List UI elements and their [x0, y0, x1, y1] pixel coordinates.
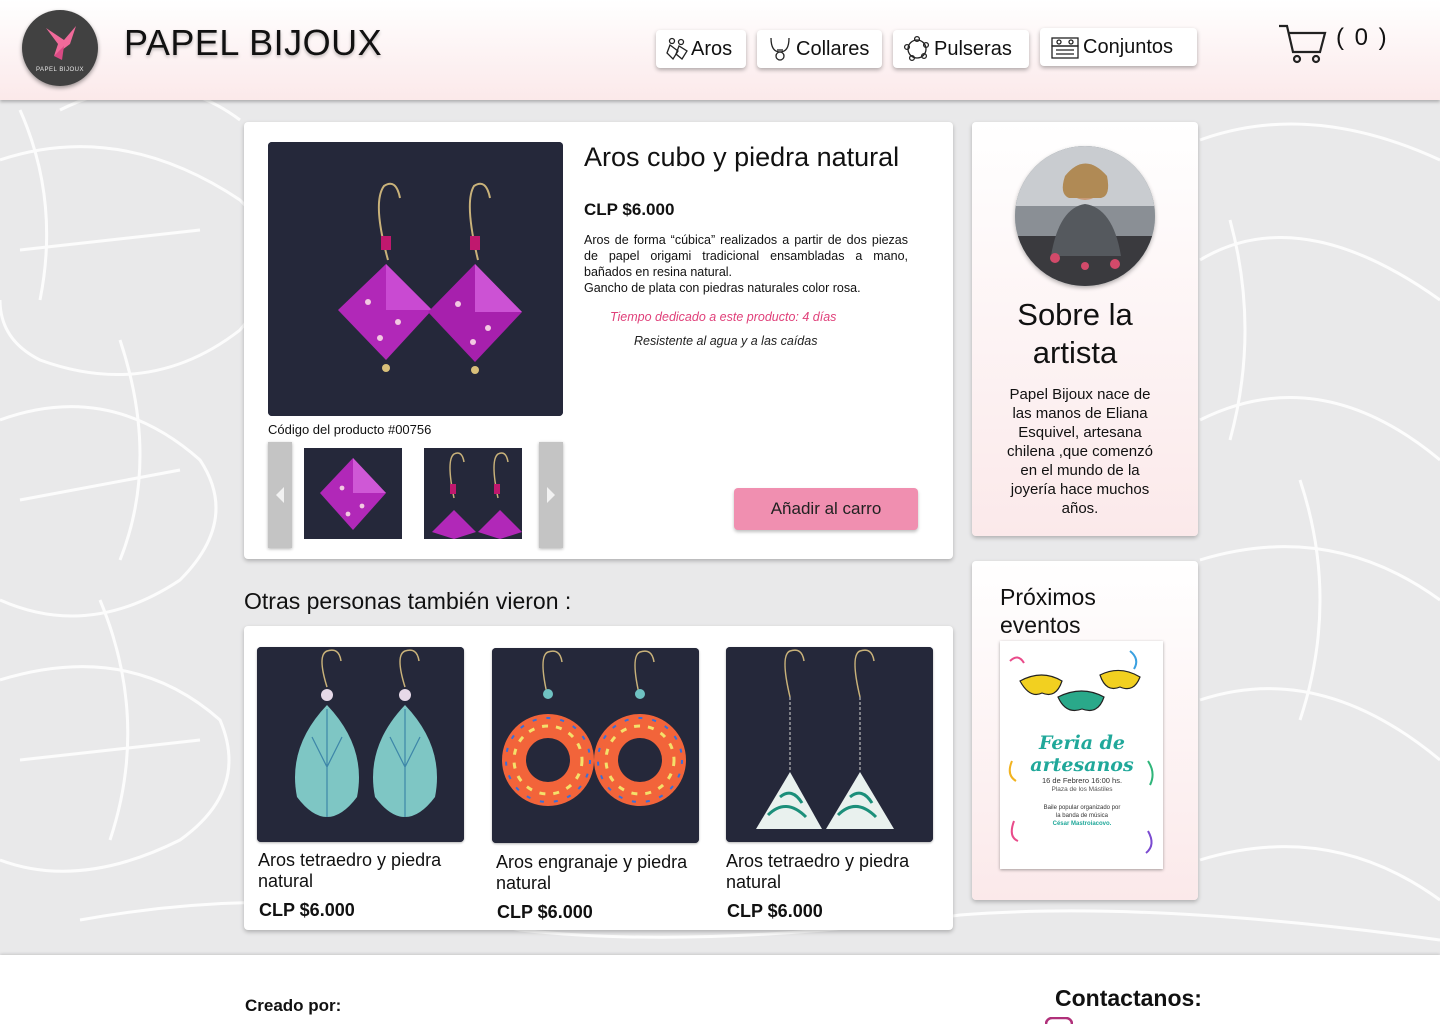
recommendation-price-3: CLP $6.000 — [727, 901, 823, 921]
jewelry-box-icon — [1051, 37, 1079, 59]
thumbnail-2[interactable] — [424, 448, 522, 539]
footer-created-by: Creado por: — [245, 996, 342, 1015]
top-header: PAPEL BIJOUX PAPEL BIJOUX Aros Collares … — [0, 0, 1440, 100]
brand-title: PAPEL BIJOUX — [124, 22, 383, 63]
events-card: Próximos eventos Feria de artesanos 16 d… — [972, 561, 1198, 900]
product-description-1: Aros de forma “cúbica” realizados a part… — [584, 233, 908, 279]
nav-pulseras-button[interactable]: Pulseras — [893, 30, 1029, 68]
event-poster[interactable]: Feria de artesanos 16 de Febrero 16:00 h… — [1000, 641, 1163, 869]
product-code: Código del producto #00756 — [268, 422, 432, 437]
chevron-right-icon — [547, 487, 555, 503]
poster-line-3: César Mastroiacovo. — [1053, 821, 1112, 827]
poster-line-1: Baile popular organizado por — [1044, 805, 1121, 811]
thumbnail-1-photo — [304, 448, 402, 539]
cart-icon[interactable] — [1278, 22, 1328, 64]
product-main-image[interactable] — [268, 142, 563, 416]
cart-count: ( 0 ) — [1336, 24, 1389, 51]
others-title: Otras personas también vieron : — [244, 588, 572, 614]
poster-line-2: la banda de música — [1056, 813, 1109, 819]
product-description: Aros de forma “cúbica” realizados a part… — [584, 232, 908, 296]
recommendation-photo-2 — [492, 648, 699, 843]
carousel-prev-button[interactable] — [268, 442, 292, 548]
footer: Creado por: Contactanos: — [0, 955, 1440, 1024]
chevron-left-icon — [276, 487, 284, 503]
necklace-icon — [770, 37, 790, 61]
bird-logo-icon — [46, 26, 76, 60]
earrings-icon — [666, 37, 688, 61]
nav-aros-label: Aros — [691, 37, 733, 60]
poster-place: Plaza de los Mástiles — [1051, 786, 1113, 793]
nav-collares-button[interactable]: Collares — [757, 30, 882, 68]
thumbnail-1[interactable] — [304, 448, 402, 539]
thumbnail-2-photo — [424, 448, 522, 539]
product-resistance-note: Resistente al agua y a las caídas — [634, 334, 818, 348]
nav-conjuntos-button[interactable]: Conjuntos — [1040, 28, 1197, 66]
recommendation-image-1[interactable] — [257, 647, 464, 842]
recommendation-price-2: CLP $6.000 — [497, 902, 593, 922]
recommendation-name-3: Aros tetraedro y piedra natural — [726, 851, 910, 892]
footer-contact: Contactanos: — [1055, 985, 1202, 1011]
thumbnail-carousel — [268, 442, 563, 548]
add-to-cart-button[interactable]: Añadir al carro — [734, 488, 918, 530]
nav-collares-label: Collares — [796, 37, 870, 60]
recommendation-image-3[interactable] — [726, 647, 933, 842]
bracelet-icon — [903, 35, 930, 62]
recommendation-price-1: CLP $6.000 — [259, 900, 355, 920]
product-title: Aros cubo y piedra natural — [584, 142, 900, 172]
nav-aros-button[interactable]: Aros — [656, 30, 746, 68]
artist-avatar — [1015, 146, 1155, 286]
instagram-icon[interactable] — [1045, 1017, 1073, 1024]
recommendation-photo-3 — [726, 647, 933, 842]
logo-text: PAPEL BIJOUX — [35, 67, 84, 73]
carousel-next-button[interactable] — [539, 442, 563, 548]
logo[interactable]: PAPEL BIJOUX — [22, 10, 98, 86]
recommendation-photo-1 — [257, 647, 464, 842]
nav-conjuntos-label: Conjuntos — [1083, 35, 1174, 58]
recommendations-card: Aros tetraedro y piedra natural CLP $6.0… — [244, 626, 953, 930]
nav-pulseras-label: Pulseras — [934, 37, 1012, 60]
events-title: Próximos eventos — [1000, 584, 1096, 638]
artist-photo — [1015, 146, 1155, 286]
poster-title-1: Feria de — [1038, 732, 1125, 754]
artist-title: Sobre la artista — [1017, 297, 1133, 370]
poster-title-2: artesanos — [1030, 754, 1134, 776]
poster-graphic: Feria de artesanos 16 de Febrero 16:00 h… — [1000, 641, 1163, 869]
artist-text: Papel Bijoux nace de las manos de Eliana… — [1007, 386, 1153, 517]
recommendation-name-1: Aros tetraedro y piedra natural — [258, 850, 442, 891]
product-price: CLP $6.000 — [584, 200, 675, 219]
recommendation-image-2[interactable] — [492, 648, 699, 843]
poster-date: 16 de Febrero 16:00 hs. — [1042, 776, 1122, 785]
product-description-2: Gancho de plata con piedras naturales co… — [584, 281, 861, 295]
artist-card: Sobre la artista Papel Bijoux nace de la… — [972, 122, 1198, 536]
product-time-note: Tiempo dedicado a este producto: 4 días — [610, 310, 837, 324]
recommendation-name-2: Aros engranaje y piedra natural — [496, 852, 688, 893]
earring-photo — [268, 142, 563, 416]
product-card: Código del producto #00756 Aros cubo y p… — [244, 122, 953, 559]
